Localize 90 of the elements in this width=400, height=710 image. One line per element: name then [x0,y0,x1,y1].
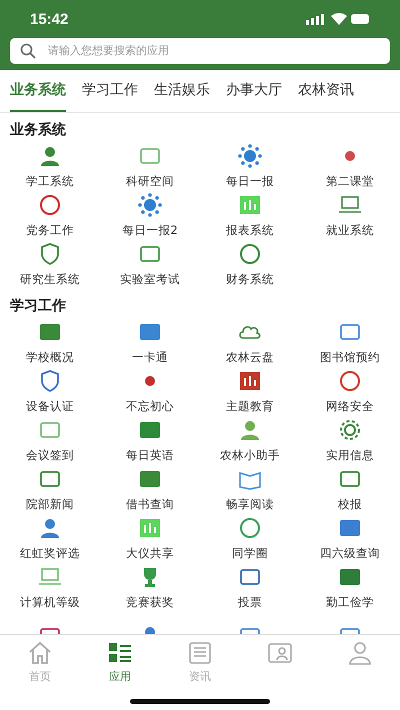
app-label: 计算机等级 [20,595,80,610]
wifi-icon [331,13,347,25]
app-tile[interactable]: 四六级查询 [300,515,400,561]
category-tab[interactable]: 生活娱乐 [154,70,210,112]
app-tile[interactable]: 每日一报 [200,143,300,189]
app-tile[interactable]: 借书查询 [100,466,200,512]
app-label: 实验室考试 [120,272,180,287]
app-tile[interactable]: 投票 [200,564,300,610]
category-tab[interactable]: 办事大厅 [226,70,282,112]
app-label: 同学圈 [232,546,268,561]
app-label: 每日一报 [226,174,274,189]
app-label: 党务工作 [26,223,74,238]
app-tile[interactable]: 第二课堂 [300,143,400,189]
app-tile[interactable]: 农林云盘 [200,319,300,365]
app-label: 研究生系统 [20,272,80,287]
app-label: 不忘初心 [126,399,174,414]
app-tile[interactable]: 校报 [300,466,400,512]
aperture-icon [237,515,263,541]
app-label: 一卡通 [132,350,168,365]
app-tile[interactable]: 设备认证 [0,368,100,414]
app-label: 投票 [238,595,262,610]
signal-icon [306,14,324,25]
app-label: 每日英语 [126,448,174,463]
gear-icon [337,417,363,443]
app-tile[interactable]: 计算机等级 [0,564,100,610]
app-tile[interactable]: 院部新闻 [0,466,100,512]
app-tile[interactable]: 同学圈 [200,515,300,561]
app-label: 农林云盘 [226,350,274,365]
app-label: 报表系统 [226,223,274,238]
app-label: 校报 [338,497,362,512]
app-label: 图书馆预约 [320,350,380,365]
user-icon [346,639,374,667]
app-tile[interactable]: 勤工俭学 [300,564,400,610]
app-tile[interactable]: 实用信息 [300,417,400,463]
app-tile[interactable]: 红虹奖评选 [0,515,100,561]
section-title: 业务系统 [9,121,67,140]
nav-tab[interactable]: 应用 [80,635,160,699]
app-label: 主题教育 [226,399,274,414]
app-tile[interactable]: 竞赛获奖 [100,564,200,610]
search-field[interactable]: 请输入您想要搜索的应用 [10,38,390,64]
app-label: 竞赛获奖 [126,595,174,610]
app-tile[interactable]: 图书馆预约 [300,319,400,365]
app-tile[interactable]: 实验室考试 [100,241,200,287]
app-label: 就业系统 [326,223,374,238]
app-tile[interactable]: 研究生系统 [0,241,100,287]
app-label: 科研空间 [126,174,174,189]
app-label: 院部新闻 [26,497,74,512]
app-tile[interactable]: 网络安全 [300,368,400,414]
virus-icon [137,192,163,218]
app-tile[interactable]: 主题教育 [200,368,300,414]
app-tile[interactable]: 每日英语 [100,417,200,463]
app-label: 会议签到 [26,448,74,463]
app-label: 学校概况 [26,350,74,365]
app-tile[interactable]: 畅享阅读 [200,466,300,512]
app-label: 学工系统 [26,174,74,189]
app-label: 实用信息 [326,448,374,463]
search-input[interactable]: 请输入您想要搜索的应用 [46,44,380,58]
app-label: 每日一报2 [122,223,178,238]
app-label: 农林小助手 [220,448,280,463]
search-icon [20,43,36,59]
app-tile[interactable]: 科研空间 [100,143,200,189]
app-tile[interactable]: 一卡通 [100,319,200,365]
battery-icon [351,14,369,24]
app-label: 设备认证 [26,399,74,414]
app-tile[interactable]: 报表系统 [200,192,300,238]
app-label: 网络安全 [326,399,374,414]
app-tile[interactable]: 不忘初心 [100,368,200,414]
app-label: 大仪共享 [126,546,174,561]
category-tab[interactable]: 业务系统 [10,70,66,112]
app-label: 财务系统 [226,272,274,287]
app-label: 畅享阅读 [226,497,274,512]
app-tile[interactable]: 每日一报2 [100,192,200,238]
category-tab[interactable]: 农林资讯 [298,70,354,112]
app-tile[interactable]: 学工系统 [0,143,100,189]
app-tile[interactable]: 党务工作 [0,192,100,238]
app-tile[interactable]: 大仪共享 [100,515,200,561]
category-tab[interactable]: 学习工作 [82,70,138,112]
virus-icon [237,143,263,169]
section-title: 学习工作 [9,297,67,316]
app-label: 第二课堂 [326,174,374,189]
app-tile[interactable]: 农林小助手 [200,417,300,463]
app-tile[interactable]: 学校概况 [0,319,100,365]
app-tile[interactable]: 就业系统 [300,192,400,238]
status-time: 15:42 [30,10,68,28]
app-label: 四六级查询 [320,546,380,561]
app-label: 红虹奖评选 [20,546,80,561]
app-label: 勤工俭学 [326,595,374,610]
app-tile[interactable]: 会议签到 [0,417,100,463]
app-label: 借书查询 [126,497,174,512]
app-tile[interactable]: 财务系统 [200,241,300,287]
